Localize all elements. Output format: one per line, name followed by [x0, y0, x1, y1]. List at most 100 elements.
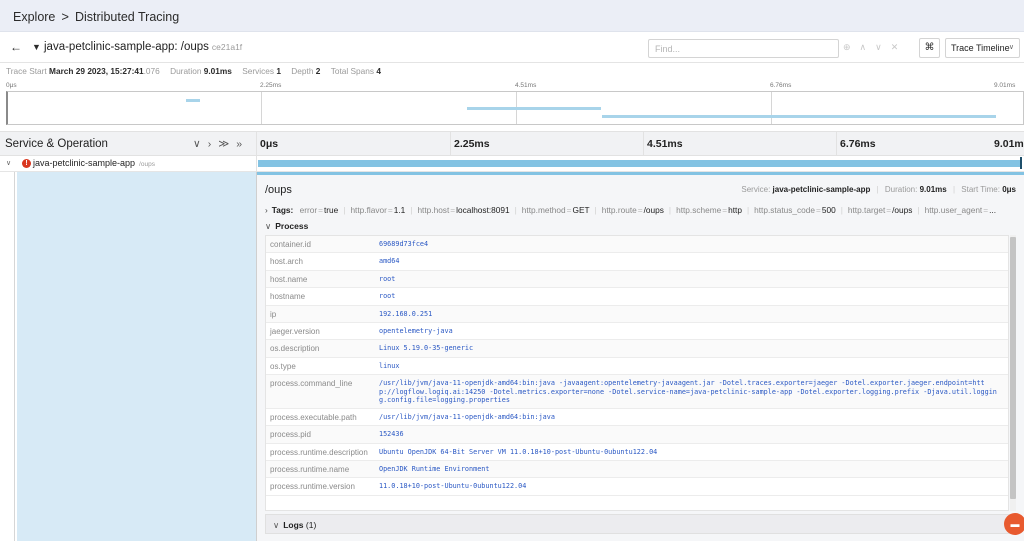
tags-label: Tags:: [271, 205, 294, 215]
span-detail-band: [17, 172, 256, 541]
collapse-all-icon[interactable]: ≫: [218, 138, 229, 150]
next-match-icon[interactable]: ∨: [875, 42, 882, 53]
process-value: linux: [379, 361, 400, 370]
chat-icon[interactable]: ▬: [1004, 513, 1024, 535]
tag-item: http.host=localhost:8091: [417, 205, 509, 215]
process-value: 11.0.18+10-post-Ubuntu-0ubuntu122.04: [379, 482, 527, 491]
trace-start: Trace Start March 29 2023, 15:27:41.076: [6, 66, 160, 76]
minimap-tick: 2.25ms: [260, 82, 282, 89]
span-duration-bar[interactable]: [258, 160, 1022, 167]
process-key: jaeger.version: [270, 326, 320, 336]
expand-one-icon[interactable]: ›: [208, 138, 212, 150]
error-icon: !: [22, 159, 31, 168]
timeline-gridline: [836, 132, 837, 155]
tags-summary[interactable]: › Tags: error=true | http.flavor=1.1 | http.h…: [265, 205, 1017, 215]
process-row: process.runtime.version 11.0.18+10-post-U…: [266, 478, 1008, 496]
logs-section-toggle[interactable]: ∨ Logs (1): [265, 514, 1017, 534]
trace-minimap[interactable]: 0μs 2.25ms 4.51ms 6.76ms 9.01ms: [4, 80, 1024, 128]
process-value: /usr/lib/jvm/java-11-openjdk-amd64:bin:j…: [379, 412, 555, 421]
tag-value: true: [323, 205, 339, 215]
minimap-canvas[interactable]: [6, 91, 1024, 125]
process-row: container.id 69689d73fce4: [266, 236, 1008, 254]
clear-search-icon[interactable]: ✕: [891, 42, 899, 53]
process-scrollbar[interactable]: [1010, 235, 1016, 511]
tag-key: http.host: [417, 205, 450, 215]
minimap-span-bar: [467, 107, 601, 110]
find-input[interactable]: [649, 40, 838, 57]
process-value: root: [379, 292, 396, 301]
trace-total-spans: Total Spans 4: [330, 66, 381, 76]
collapse-one-icon[interactable]: ∨: [193, 138, 201, 150]
process-key: host.name: [270, 274, 308, 284]
scrollbar-thumb[interactable]: [1010, 237, 1016, 499]
tag-separator: |: [410, 205, 413, 215]
timeline-tick: 0μs: [260, 138, 279, 150]
span-expand-chevron-icon[interactable]: ∨: [6, 159, 11, 167]
tag-item: http.user_agent=...: [925, 205, 996, 215]
process-value: opentelemetry-java: [379, 326, 453, 335]
collapse-chevron-icon[interactable]: ▼: [32, 41, 41, 53]
keyboard-shortcuts-icon[interactable]: ⌘: [919, 38, 940, 58]
trace-depth: Depth 2: [291, 66, 321, 76]
back-arrow-icon[interactable]: ←: [10, 41, 22, 53]
minimap-tick: 4.51ms: [515, 82, 537, 89]
timeline-gridline: [450, 132, 451, 155]
tag-equals: =: [318, 205, 323, 215]
minimap-tick: 6.76ms: [770, 82, 792, 89]
detail-duration-value: 9.01ms: [919, 185, 947, 194]
tag-separator: |: [746, 205, 750, 215]
process-row: process.command_line/usr/lib/jvm/java-11…: [266, 375, 1008, 409]
locate-icon[interactable]: ⊕: [843, 42, 851, 53]
process-row: process.pid 152436: [266, 426, 1008, 444]
tag-value: /oups: [643, 205, 664, 215]
trace-title[interactable]: java-petclinic-sample-app: /oups ce21a1f: [44, 41, 242, 53]
timeline-tick: 9.01ms: [994, 138, 1024, 150]
minimap-span-bar: [602, 115, 996, 118]
timeline-tick: 2.25ms: [454, 138, 490, 150]
expand-all-icon[interactable]: »: [236, 138, 242, 150]
process-row: os.type linux: [266, 358, 1008, 376]
tag-key: http.route: [601, 205, 637, 215]
trace-services: Services 1: [242, 66, 281, 76]
tag-separator: |: [514, 205, 517, 215]
tag-separator: |: [840, 205, 843, 215]
prev-match-icon[interactable]: ∧: [860, 42, 867, 53]
process-row: os.description Linux 5.19.0-35-generic: [266, 340, 1008, 358]
tag-equals: =: [450, 205, 456, 215]
tag-equals: =: [816, 205, 821, 215]
service-operation-heading: Service & Operation: [5, 138, 108, 150]
timeline-tick: 4.51ms: [647, 138, 683, 150]
process-value: OpenJDK Runtime Environment: [379, 465, 490, 474]
span-service-name[interactable]: java-petclinic-sample-app/oups: [33, 158, 155, 168]
trace-duration: Duration 9.01ms: [170, 66, 232, 76]
tag-separator: |: [594, 205, 597, 215]
tag-value: ...: [989, 205, 997, 215]
column-resizer[interactable]: [256, 132, 257, 155]
tag-key: http.flavor: [350, 205, 387, 215]
span-detail-operation: /oups: [265, 184, 292, 196]
span-row[interactable]: ∨ ! java-petclinic-sample-app/oups: [0, 156, 1024, 172]
breadcrumb: Explore > Distributed Tracing: [13, 9, 179, 24]
find-field[interactable]: [648, 39, 839, 58]
view-mode-select[interactable]: Trace Timeline ∨: [945, 38, 1020, 58]
tag-value: /oups: [892, 205, 913, 215]
process-key: ip: [270, 309, 277, 319]
tag-equals: =: [566, 205, 572, 215]
process-key: process.runtime.name: [270, 465, 350, 475]
tag-item: http.target=/oups: [848, 205, 913, 215]
process-row: host.name root: [266, 270, 1008, 289]
timeline-header: Service & Operation ∨ › ≫ » 0μs 2.25ms 4…: [0, 131, 1024, 156]
minimap-span-bar: [186, 99, 200, 102]
span-detail-meta: Service: java-petclinic-sample-app | Dur…: [741, 185, 1016, 194]
tag-item: http.method=GET: [522, 205, 590, 215]
breadcrumb-explore[interactable]: Explore: [13, 10, 55, 24]
process-key: process.runtime.version: [270, 482, 355, 492]
process-value: root: [379, 274, 396, 283]
tag-key: http.status_code: [754, 205, 816, 215]
process-key: process.command_line: [270, 379, 353, 389]
tag-item: http.route=/oups: [602, 205, 664, 215]
process-key: os.description: [270, 344, 320, 354]
tag-value: GET: [572, 205, 590, 215]
expand-collapse-controls: ∨ › ≫ »: [193, 138, 242, 150]
process-section-toggle[interactable]: ∨ Process: [265, 221, 308, 232]
